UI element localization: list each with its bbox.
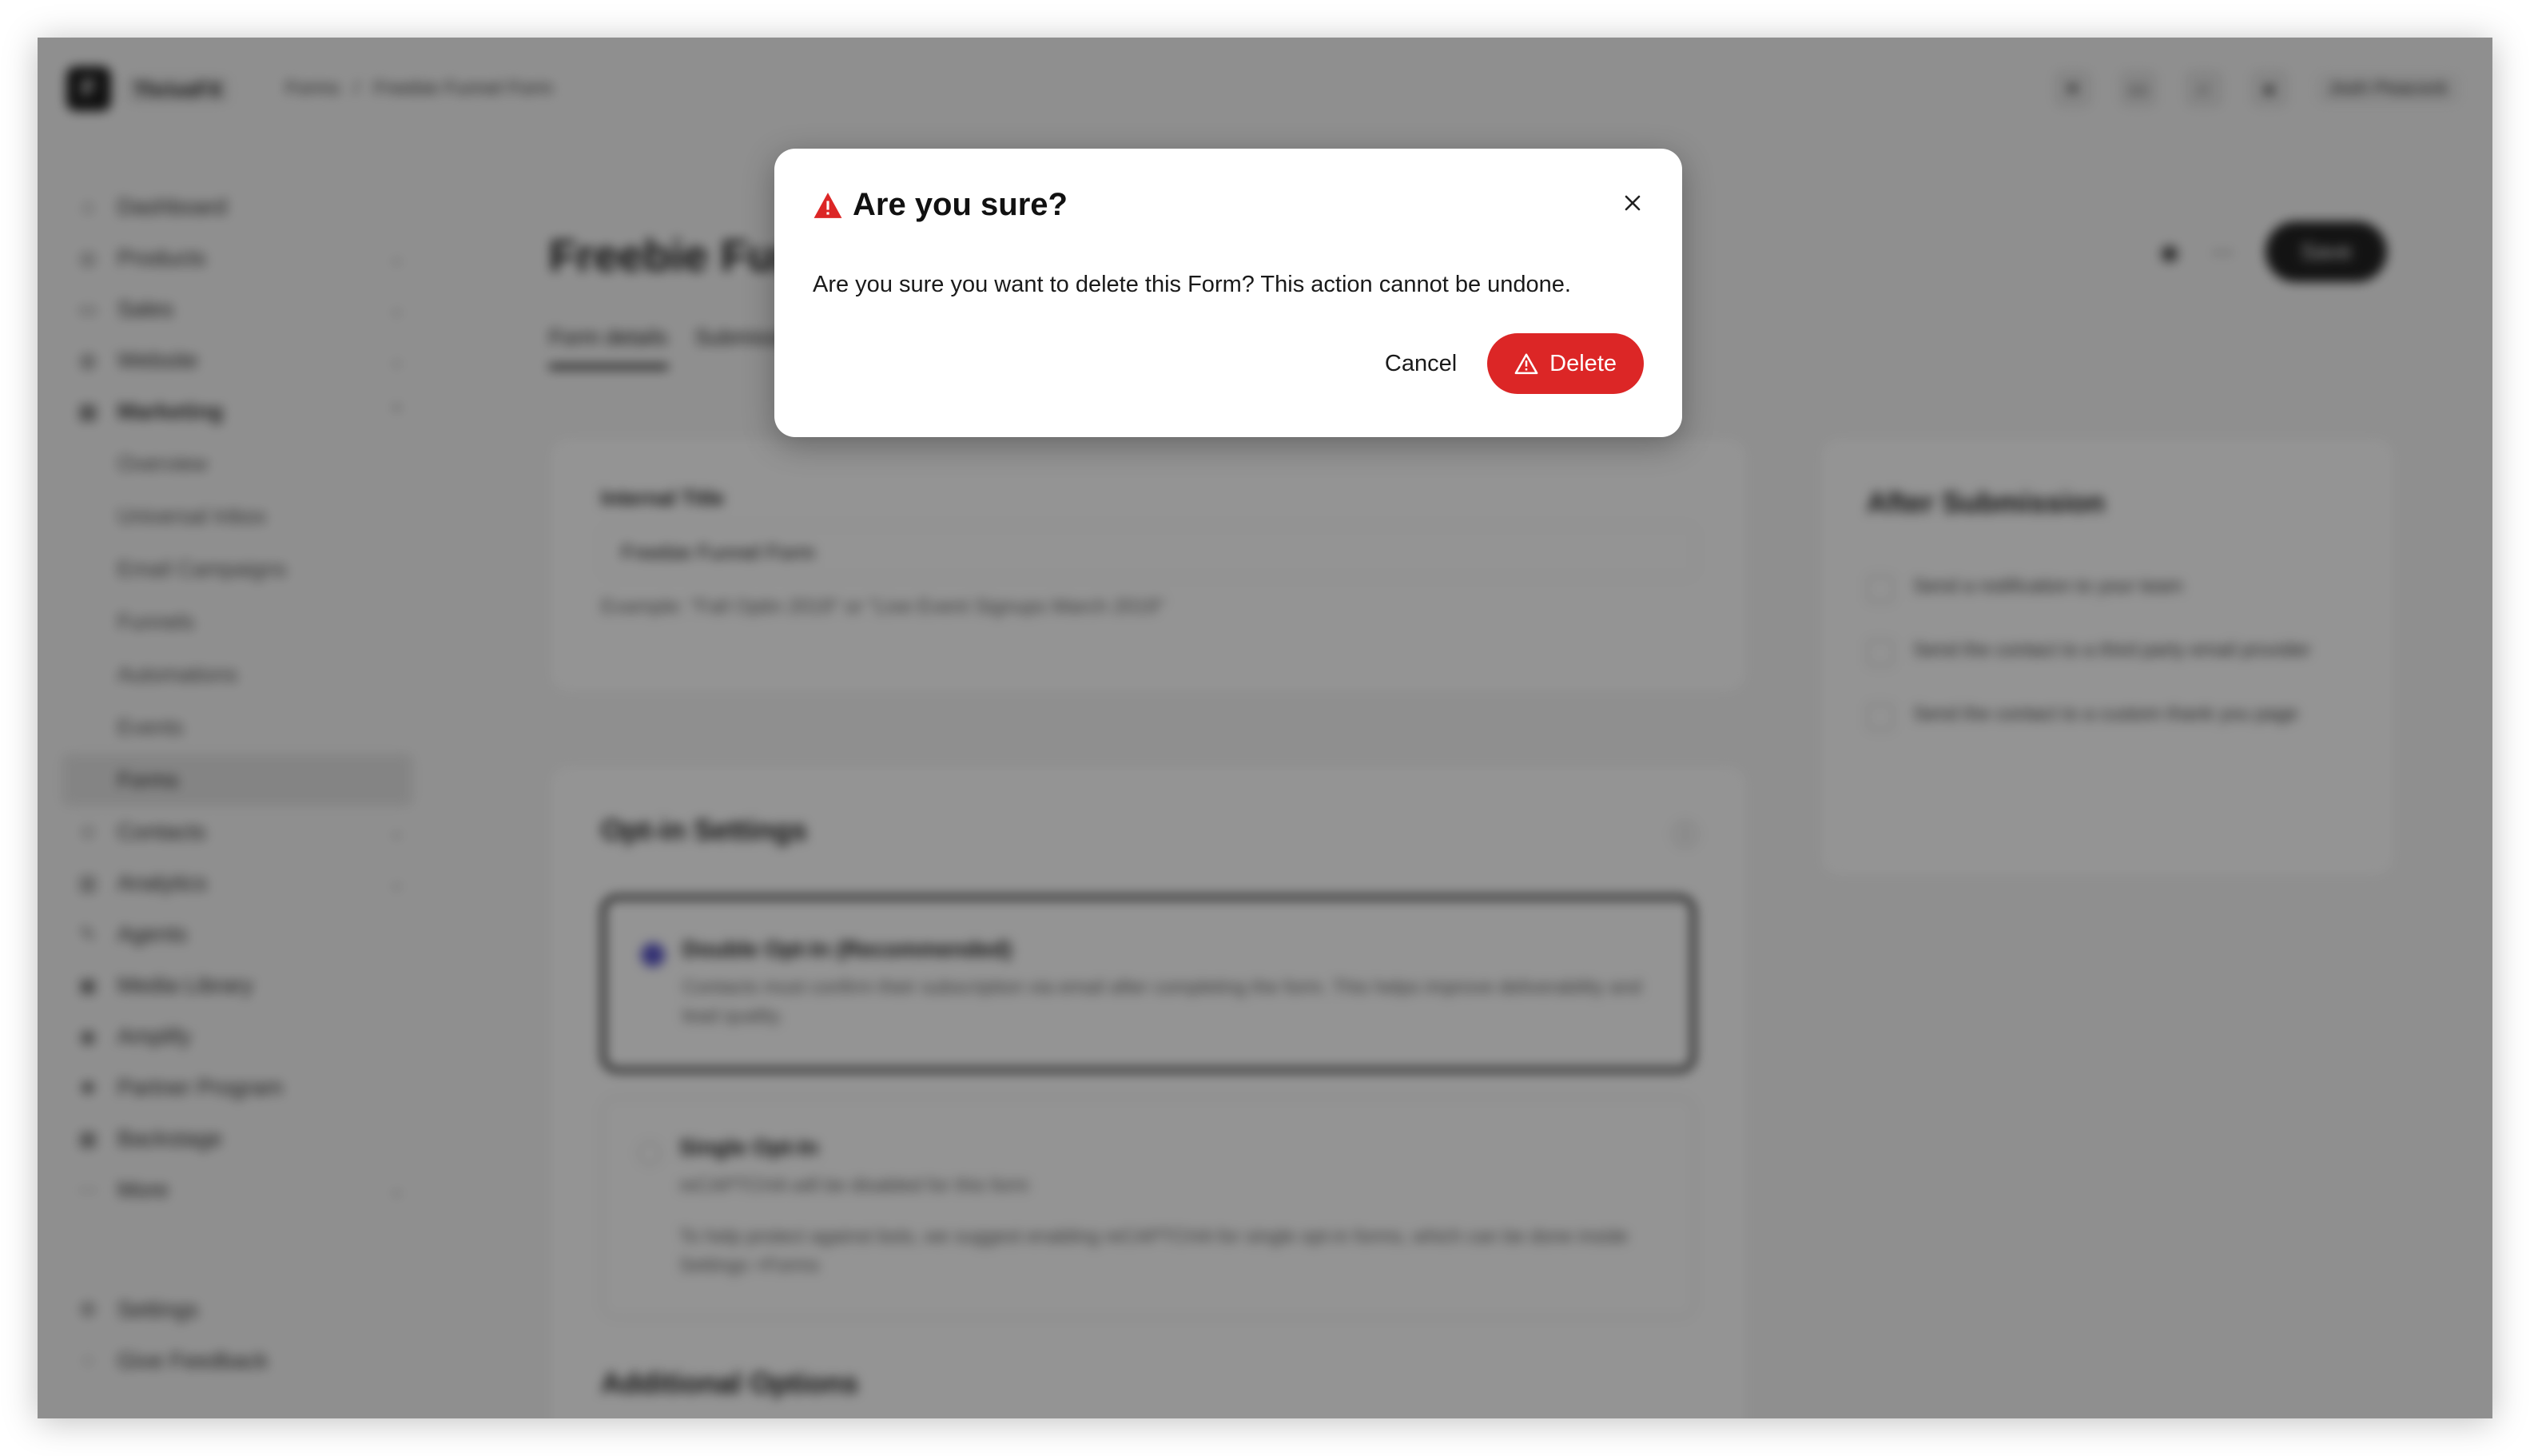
dialog-message: Are you sure you want to delete this For… — [813, 272, 1571, 297]
dialog-actions: Cancel Delete — [1377, 333, 1644, 394]
warning-icon — [813, 192, 842, 218]
close-icon — [1625, 195, 1641, 211]
dialog-title: Are you sure? — [853, 187, 1068, 222]
dialog-header: Are you sure? — [813, 187, 1068, 223]
cancel-button[interactable]: Cancel — [1377, 335, 1465, 393]
warning-outline-icon — [1514, 353, 1538, 375]
delete-label: Delete — [1549, 350, 1617, 376]
confirm-delete-dialog: Are you sure? Are you sure you want to d… — [774, 149, 1682, 437]
close-button[interactable] — [1617, 187, 1649, 219]
delete-button[interactable]: Delete — [1487, 333, 1644, 394]
